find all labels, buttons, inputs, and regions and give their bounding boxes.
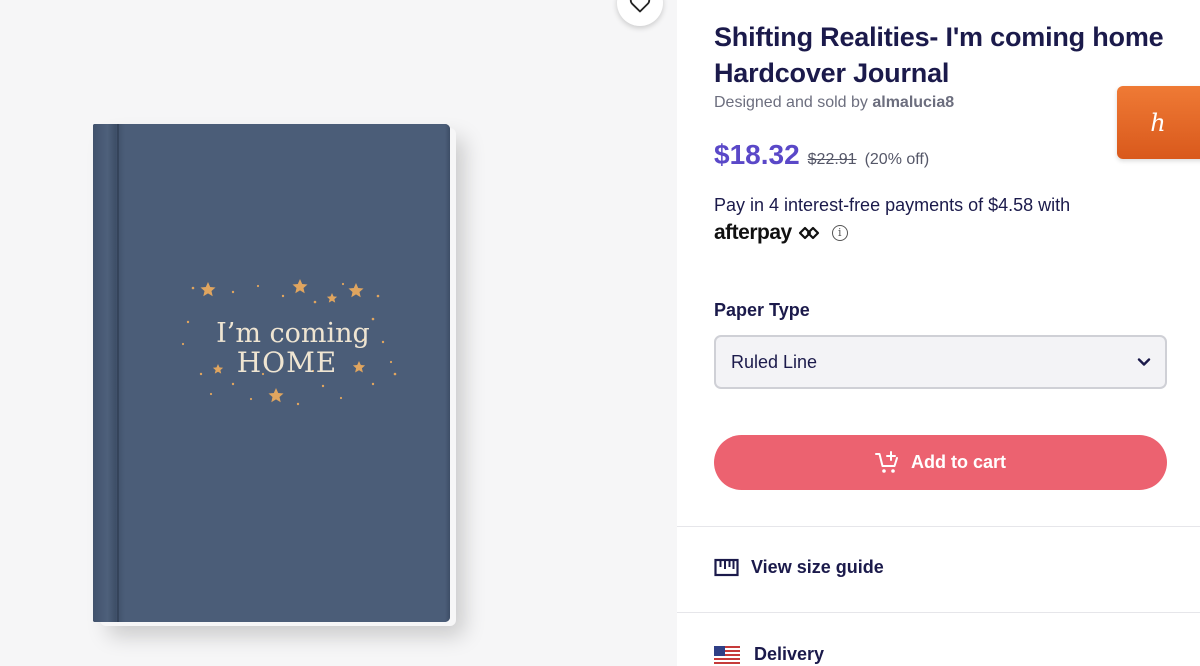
product-title: Shifting Realities- I'm coming home Hard… (714, 22, 1164, 88)
original-price: $22.91 (807, 151, 857, 168)
cover-text-line1: I’m coming (216, 318, 370, 349)
journal-spine-line (117, 124, 119, 622)
honey-extension-tab[interactable]: h (1117, 86, 1200, 159)
seller-prefix: Designed and sold by (714, 94, 868, 111)
chevron-down-icon (1137, 358, 1151, 366)
product-image: I’m coming HOME (93, 124, 450, 622)
delivery-label: Delivery (754, 644, 825, 664)
size-guide-link[interactable]: View size guide (714, 557, 884, 578)
section-divider (677, 612, 1200, 613)
price-row: $18.32 $22.91 (20% off) (714, 139, 929, 171)
honey-logo-icon: h (1150, 108, 1166, 137)
favorite-button[interactable] (617, 0, 663, 26)
heart-icon (629, 0, 651, 13)
afterpay-text: Pay in 4 interest-free payments of $4.58… (714, 195, 1071, 215)
us-flag-icon (714, 645, 740, 664)
cover-text-line2: HOME (237, 346, 337, 379)
cart-plus-icon (874, 450, 898, 473)
journal-spine (93, 124, 125, 622)
journal-edge (445, 124, 450, 622)
paper-type-select[interactable]: Ruled Line (714, 335, 1167, 389)
delivery-row[interactable]: Delivery (714, 644, 824, 665)
section-divider (677, 526, 1200, 527)
info-icon[interactable]: i (831, 225, 848, 241)
cover-artwork: I’m coming HOME (181, 279, 397, 406)
afterpay-logo: afterpay (714, 221, 792, 244)
afterpay-row: afterpay i (714, 221, 848, 245)
add-to-cart-button[interactable]: Add to cart (714, 435, 1167, 490)
ruler-icon (714, 558, 739, 576)
seller-line: Designed and sold by almalucia8 (714, 94, 954, 112)
current-price: $18.32 (714, 139, 800, 170)
paper-type-label: Paper Type (714, 300, 810, 320)
product-image-area: I’m coming HOME (0, 0, 677, 666)
paper-type-value: Ruled Line (731, 351, 818, 372)
discount-label: (20% off) (864, 151, 930, 168)
size-guide-label: View size guide (751, 557, 884, 577)
add-to-cart-label: Add to cart (910, 452, 1006, 472)
afterpay-arrows-icon (798, 226, 819, 240)
seller-name-link[interactable]: almalucia8 (872, 94, 954, 111)
